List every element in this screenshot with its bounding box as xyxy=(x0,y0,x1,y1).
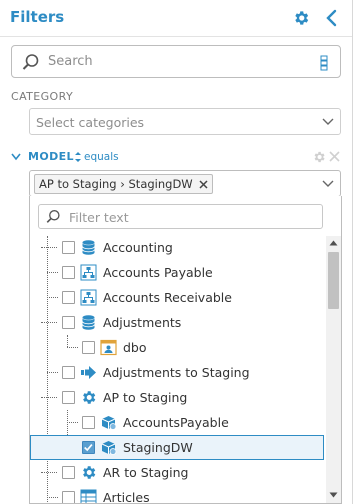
search-icon xyxy=(46,210,60,223)
tree-item-label: Accounts Payable xyxy=(103,265,213,280)
filter-placeholder: Filter text xyxy=(69,210,129,225)
search-options-icon[interactable] xyxy=(320,55,328,71)
hierarchy-icon xyxy=(80,264,97,281)
tree-item-label: Adjustments to Staging xyxy=(103,365,250,380)
scroll-up-arrow-icon[interactable] xyxy=(329,240,338,246)
tree-item-label: AP to Staging xyxy=(103,390,188,405)
check-icon xyxy=(84,443,93,452)
scrollbar-thumb[interactable] xyxy=(328,252,339,309)
category-placeholder: Select categories xyxy=(36,115,145,130)
tree-item-label: Accounting xyxy=(103,240,173,255)
selected-tag: AP to Staging › StagingDW xyxy=(34,174,213,194)
tree-item-accounting[interactable]: Accounting xyxy=(30,236,324,260)
tree-item-label: AR to Staging xyxy=(103,465,189,480)
checkbox[interactable] xyxy=(82,416,95,429)
chevron-down-icon xyxy=(322,118,334,125)
checkbox[interactable] xyxy=(62,291,75,304)
category-label: CATEGORY xyxy=(11,90,74,103)
model-tree: Accounting Accounts Payable Accounts Rec… xyxy=(30,236,326,504)
package-icon xyxy=(101,441,117,455)
checkbox[interactable] xyxy=(62,316,75,329)
checkbox[interactable] xyxy=(62,391,75,404)
tree-item-label: Articles xyxy=(103,490,150,504)
tree-item-articles[interactable]: Articles xyxy=(30,486,324,504)
table-icon xyxy=(80,489,97,503)
selected-tag-label: AP to Staging › StagingDW xyxy=(39,177,193,191)
database-icon xyxy=(82,240,95,255)
search-placeholder: Search xyxy=(48,54,93,69)
filter-settings-icon[interactable] xyxy=(312,150,326,164)
scroll-down-arrow-icon[interactable] xyxy=(329,492,338,498)
model-dropdown: Filter text Accounting Accounts Payable … xyxy=(29,196,342,504)
tree-item-adjustments[interactable]: Adjustments xyxy=(30,311,324,335)
checkbox[interactable] xyxy=(62,241,75,254)
caret-down-icon[interactable] xyxy=(11,153,21,161)
collapse-chevron-left-icon[interactable] xyxy=(324,9,340,27)
tree-item-accounts-payable[interactable]: Accounts Payable xyxy=(30,261,324,285)
tree-item-label: StagingDW xyxy=(123,440,193,455)
category-select[interactable]: Select categories xyxy=(29,108,341,135)
filter-text-input[interactable]: Filter text xyxy=(38,204,323,229)
gear-icon xyxy=(83,466,96,479)
panel-header: Filters xyxy=(0,0,352,37)
settings-gear-icon[interactable] xyxy=(292,9,310,27)
tree-item-accountspayable[interactable]: AccountsPayable xyxy=(30,411,324,435)
search-input[interactable]: Search xyxy=(11,45,341,78)
tree-item-ar-to-staging[interactable]: AR to Staging xyxy=(30,461,324,485)
sort-arrows-icon[interactable] xyxy=(74,151,82,163)
tree-item-label: Adjustments xyxy=(103,315,182,330)
model-operator[interactable]: equals xyxy=(84,151,119,163)
tree-item-dbo[interactable]: dbo xyxy=(30,336,324,360)
tree-item-stagingdw[interactable]: StagingDW xyxy=(30,435,324,460)
schema-icon xyxy=(100,339,117,356)
tag-remove-icon[interactable] xyxy=(199,179,208,189)
search-icon xyxy=(22,54,39,70)
tree-item-label: dbo xyxy=(123,340,147,355)
tree-item-accounts-receivable[interactable]: Accounts Receivable xyxy=(30,286,324,310)
model-label: MODEL xyxy=(28,150,74,163)
checkbox[interactable] xyxy=(82,341,95,354)
model-filter-header: MODEL equals xyxy=(11,150,341,166)
checkbox[interactable] xyxy=(62,466,75,479)
model-select[interactable]: AP to Staging › StagingDW xyxy=(29,170,341,197)
checkbox[interactable] xyxy=(62,366,75,379)
remove-filter-icon[interactable] xyxy=(329,151,340,162)
filters-panel: Filters Search CATEGORY Select categorie… xyxy=(0,0,353,504)
hierarchy-icon xyxy=(80,289,97,306)
checkbox[interactable] xyxy=(62,491,75,503)
panel-title: Filters xyxy=(10,8,65,26)
tree-scrollbar[interactable] xyxy=(326,236,341,503)
database-icon xyxy=(82,315,95,330)
chevron-down-icon[interactable] xyxy=(322,179,334,188)
tree-item-adjustments-to-staging[interactable]: Adjustments to Staging xyxy=(30,361,324,385)
checkbox[interactable] xyxy=(62,266,75,279)
gear-icon xyxy=(83,391,96,404)
tree-item-label: Accounts Receivable xyxy=(103,290,232,305)
tree-item-label: AccountsPayable xyxy=(123,415,229,430)
package-icon xyxy=(101,416,117,430)
checkbox[interactable] xyxy=(82,441,95,454)
arrow-right-icon xyxy=(81,366,96,379)
tree-item-ap-to-staging[interactable]: AP to Staging xyxy=(30,386,324,410)
